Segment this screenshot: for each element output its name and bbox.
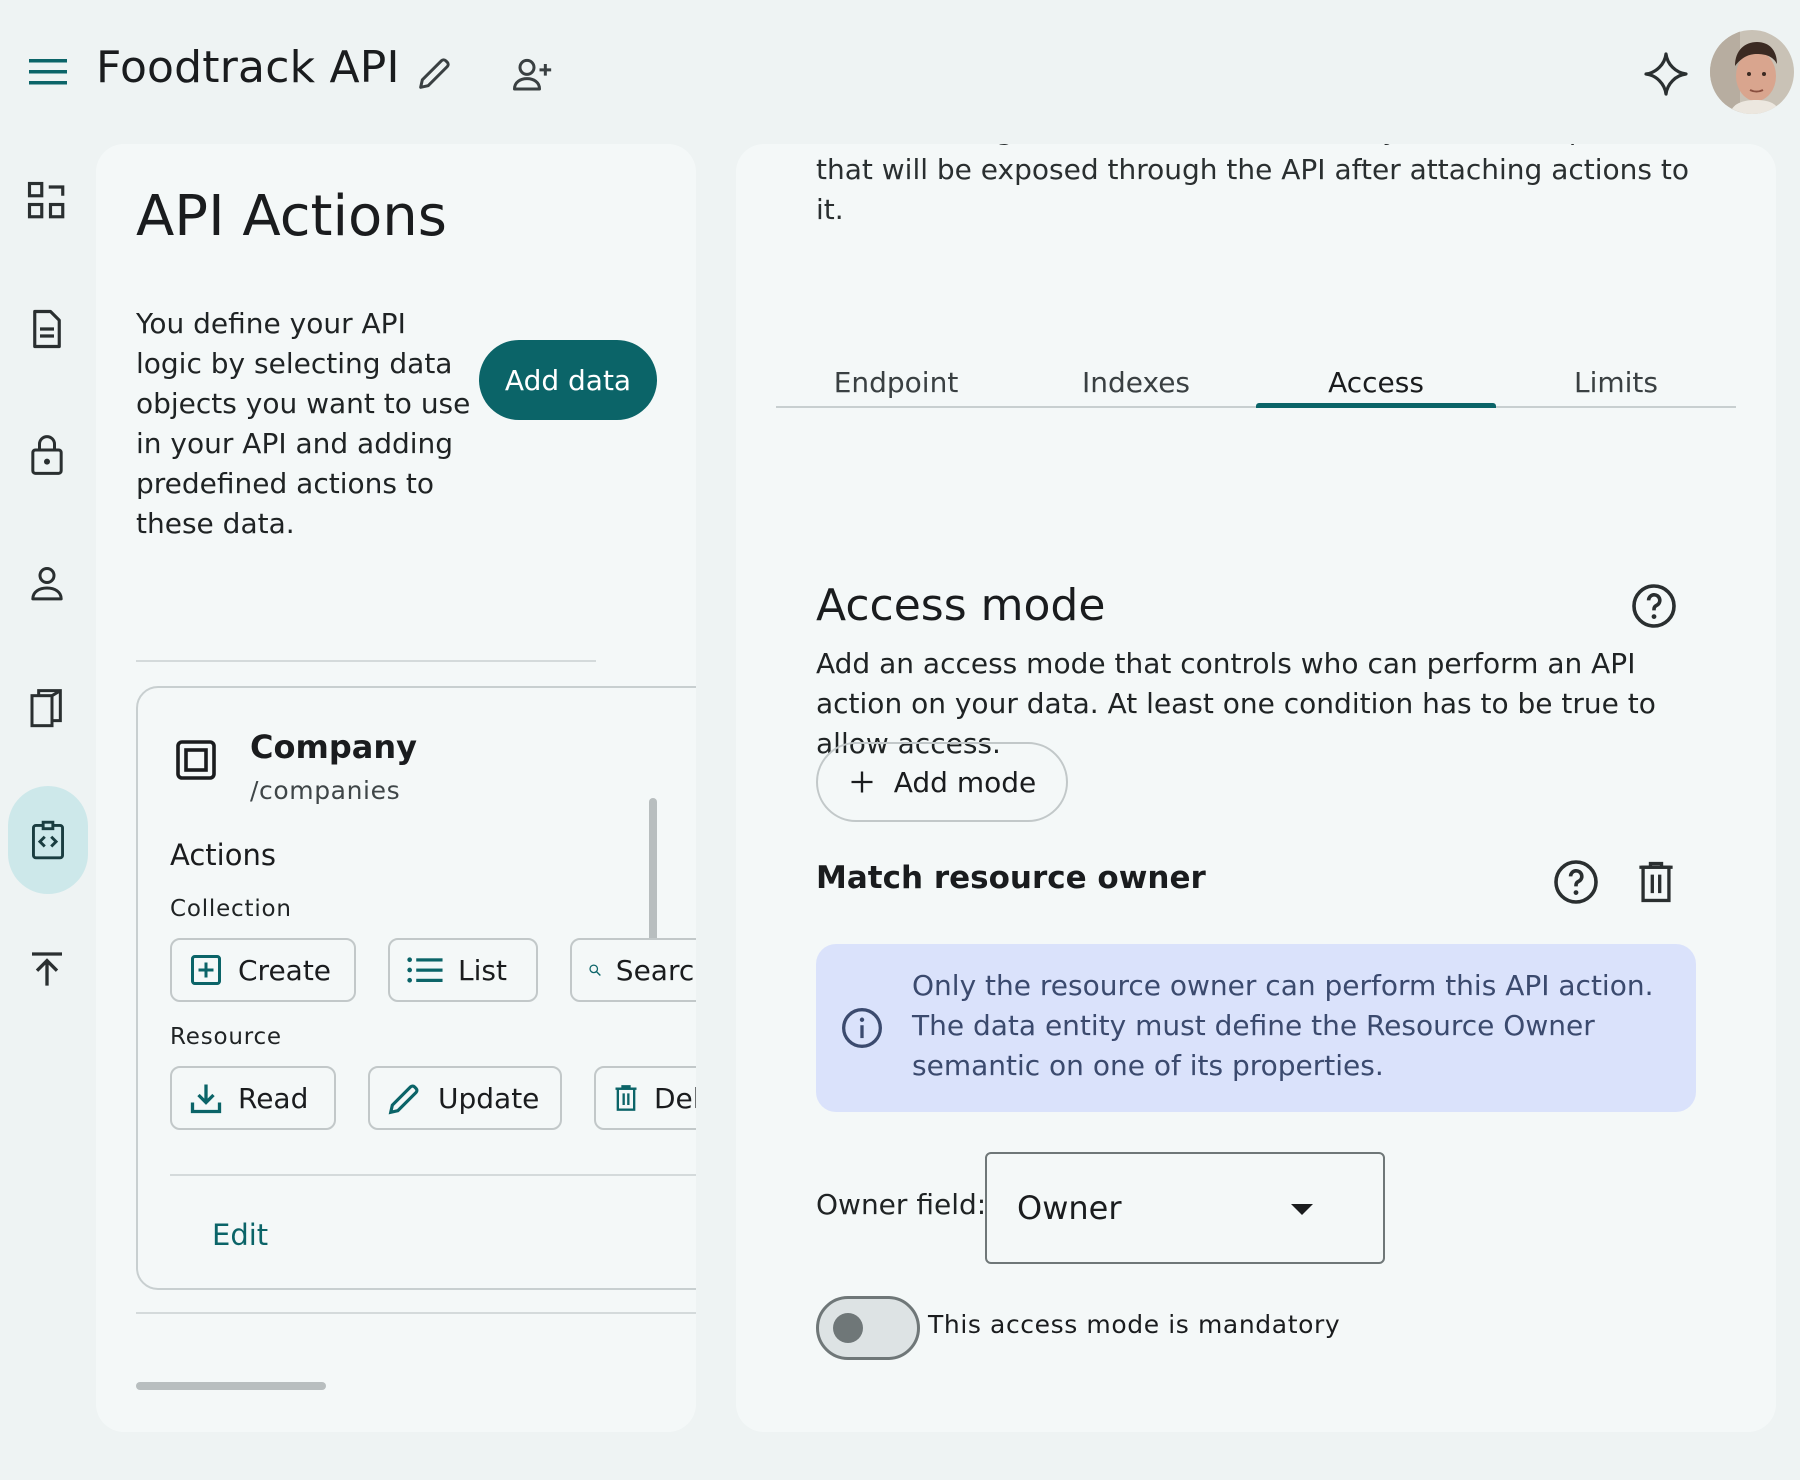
dashboard-icon [27,181,65,219]
assistant-button[interactable] [1636,44,1696,104]
tab-endpoint[interactable]: Endpoint [776,344,1016,406]
entity-square-icon [176,740,216,780]
entity-card: Company /companies Actions Collection Cr… [136,686,696,1290]
list-action-chip[interactable]: List [388,938,538,1002]
code-clipboard-icon [32,820,64,860]
resource-heading: Resource [170,1024,282,1050]
avatar-photo [1710,30,1794,114]
rail-item-security[interactable] [12,420,82,490]
entity-name: Company [250,728,417,766]
info-icon [842,1008,882,1048]
delete-action-chip[interactable]: Delete [594,1066,696,1130]
update-action-label: Update [438,1081,540,1115]
create-action-label: Create [238,953,332,987]
panel-description: You define your API logic by selecting d… [136,307,471,540]
update-action-chip[interactable]: Update [368,1066,562,1130]
menu-button[interactable] [22,48,74,96]
endpoint-settings-panel: Define the logic related to the data ent… [736,144,1776,1432]
help-icon[interactable] [1552,858,1600,906]
edit-title-button[interactable] [406,46,462,102]
plus-icon [851,771,873,793]
tab-access[interactable]: Access [1256,344,1496,408]
sparkle-icon [1644,52,1688,96]
trash-icon [615,1085,637,1111]
mandatory-toggle-label: This access mode is mandatory [928,1310,1341,1339]
hamburger-icon [29,59,67,85]
book-icon [30,689,62,728]
rail-item-api-actions[interactable] [8,786,88,894]
add-data-button[interactable]: Add data [479,340,657,420]
create-action-chip[interactable]: Create [170,938,356,1002]
delete-action-label: Delete [654,1081,696,1115]
add-box-icon [191,955,221,985]
person-icon [31,567,63,601]
app-title: Foodtrack API [96,42,400,93]
user-avatar[interactable] [1710,30,1794,114]
match-owner-title: Match resource owner [816,860,1206,896]
page-title: API Actions [136,184,447,249]
rail-item-deploy[interactable] [12,934,82,1004]
owner-field-select[interactable]: Owner [985,1152,1385,1264]
toggle-knob [833,1313,863,1343]
upload-icon [32,952,62,986]
rail-item-docs[interactable] [12,674,82,744]
access-mode-title: Access mode [816,580,1106,631]
rail-item-overview[interactable] [12,166,82,236]
person-add-icon [513,58,552,91]
list-action-label: List [458,953,507,987]
rail-item-documents[interactable] [12,294,82,364]
document-icon [33,309,61,349]
pencil-icon [419,58,450,89]
share-button[interactable] [504,46,560,102]
edit-entity-link[interactable]: Edit [212,1218,268,1252]
settings-tabs: Endpoint Indexes Access Limits [776,344,1736,408]
search-action-chip[interactable]: Search [570,938,696,1002]
owner-field-label: Owner field: [816,1188,987,1221]
active-tab-indicator [1256,403,1496,408]
horizontal-scrollbar[interactable] [136,1382,326,1390]
owner-field-value: Owner [1017,1189,1122,1227]
endpoint-description: Define the logic related to the data ent… [816,144,1690,226]
trash-icon[interactable] [1632,858,1680,906]
divider [136,660,596,662]
search-icon [589,964,601,976]
actions-heading: Actions [170,838,276,872]
download-icon [190,1084,222,1114]
add-mode-label: Add mode [893,765,1037,799]
collection-heading: Collection [170,896,292,922]
tab-indexes[interactable]: Indexes [1016,344,1256,406]
rail-item-users[interactable] [12,548,82,618]
pencil-icon [388,1084,419,1115]
card-divider [170,1174,696,1176]
api-actions-panel: API Actions You define your API logic by… [96,144,696,1432]
divider [136,1312,696,1314]
tab-limits[interactable]: Limits [1496,344,1736,406]
lock-icon [31,435,63,475]
help-icon[interactable] [1630,582,1678,630]
add-mode-button[interactable]: Add mode [816,742,1068,822]
info-banner: Only the resource owner can perform this… [816,944,1696,1112]
dropdown-caret-icon [1291,1204,1313,1215]
info-text: Only the resource owner can perform this… [912,969,1654,1082]
mandatory-toggle[interactable] [816,1296,920,1360]
search-action-label: Search [615,953,696,987]
entity-path: /companies [250,776,401,805]
read-action-label: Read [238,1081,309,1115]
list-icon [407,957,443,983]
read-action-chip[interactable]: Read [170,1066,336,1130]
